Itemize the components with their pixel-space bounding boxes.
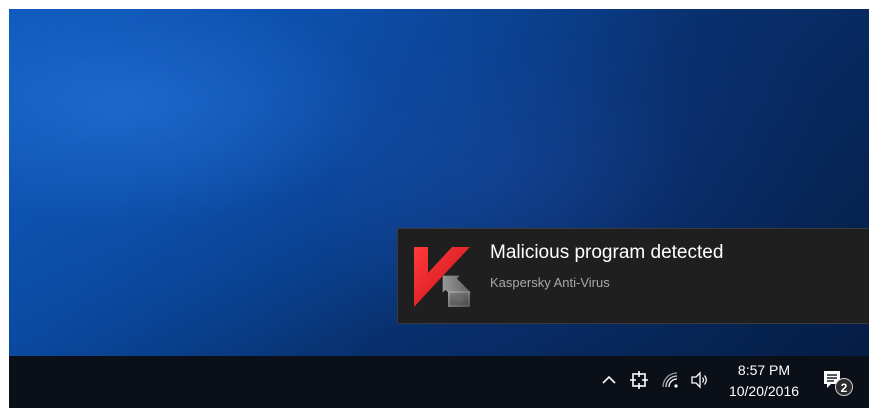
taskbar: 8:57 PM 10/20/2016 2	[9, 356, 869, 408]
notification-count-badge: 2	[835, 378, 853, 396]
network-settings-icon[interactable]	[629, 370, 649, 390]
notification-title: Malicious program detected	[490, 242, 724, 263]
system-clock[interactable]: 8:57 PM 10/20/2016	[723, 360, 805, 402]
notification-toast[interactable]: Malicious program detected Kaspersky Ant…	[397, 228, 869, 324]
kaspersky-logo-icon	[412, 245, 478, 311]
clock-date: 10/20/2016	[728, 383, 800, 399]
screen: Malicious program detected Kaspersky Ant…	[9, 9, 869, 408]
volume-icon[interactable]	[689, 370, 709, 390]
notification-source: Kaspersky Anti-Virus	[490, 275, 610, 290]
wifi-icon[interactable]	[660, 370, 680, 390]
chevron-up-icon[interactable]	[599, 370, 619, 390]
action-center-button[interactable]: 2	[819, 366, 855, 400]
clock-time: 8:57 PM	[737, 362, 791, 378]
